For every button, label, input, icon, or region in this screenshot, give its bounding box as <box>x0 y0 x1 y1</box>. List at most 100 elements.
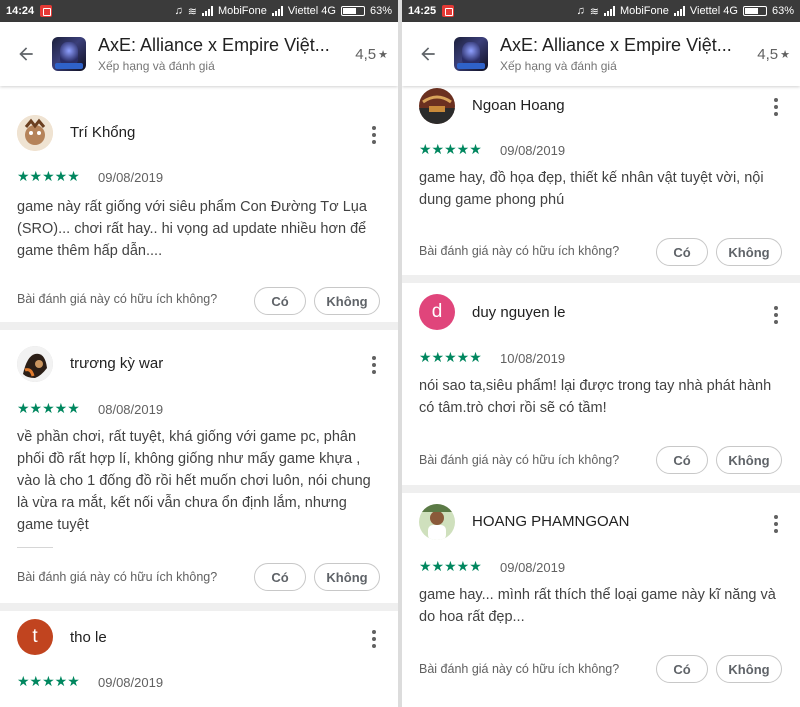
star-rating: ★★★★★ <box>419 349 482 365</box>
carrier-1: MobiFone <box>619 5 669 17</box>
star-rating: ★★★★★ <box>17 168 80 184</box>
review-date: 09/08/2019 <box>98 675 164 690</box>
app-title: AxE: Alliance x Empire Việt... <box>98 35 330 55</box>
review-card: HOANG PHAMNGOAN ★★★★★ 09/08/2019 game ha… <box>402 503 800 703</box>
helpful-question: Bài đánh giá này có hữu ích không? <box>419 453 620 467</box>
review-date: 08/08/2019 <box>98 402 164 417</box>
app-rating: 4,5 ★ <box>757 46 790 63</box>
back-button[interactable] <box>402 22 454 86</box>
avatar-image <box>419 88 455 124</box>
battery-percent: 63% <box>771 5 794 17</box>
reviewer-name: tho le <box>70 629 107 646</box>
helpful-no-button[interactable]: Không <box>716 238 782 266</box>
more-vert-icon[interactable] <box>368 356 380 374</box>
app-rating: 4,5 ★ <box>355 46 388 63</box>
carrier-2: Viettel 4G <box>689 5 738 17</box>
star-rating: ★★★★★ <box>17 673 80 689</box>
app-bar: AxE: Alliance x Empire Việt... Xếp hạng … <box>0 22 398 86</box>
more-vert-icon[interactable] <box>770 98 782 116</box>
signal-icon <box>201 6 213 16</box>
avatar-image <box>419 504 455 540</box>
reviewer-name: trương kỳ war <box>70 355 164 372</box>
star-icon: ★ <box>780 48 790 61</box>
divider <box>17 547 53 548</box>
more-vert-icon[interactable] <box>368 126 380 144</box>
helpful-yes-button[interactable]: Có <box>254 287 306 315</box>
app-bar: AxE: Alliance x Empire Việt... Xếp hạng … <box>402 22 800 86</box>
star-icon: ★ <box>378 48 388 61</box>
avatar: d <box>419 294 455 330</box>
helpful-question: Bài đánh giá này có hữu ích không? <box>419 662 620 676</box>
helpful-yes-button[interactable]: Có <box>656 446 708 474</box>
divider <box>0 322 398 330</box>
notification-icon <box>442 5 455 17</box>
review-card: d duy nguyen le ★★★★★ 10/08/2019 nói sao… <box>402 294 800 484</box>
reviewer-name: HOANG PHAMNGOAN <box>472 513 630 530</box>
reviewer-name: duy nguyen le <box>472 304 566 321</box>
review-card: t tho le ★★★★★ 09/08/2019 <box>0 619 398 707</box>
review-card: trương kỳ war ★★★★★ 08/08/2019 về phần c… <box>0 344 398 599</box>
status-time: 14:25 <box>408 5 437 17</box>
avatar <box>419 504 455 540</box>
notification-icon <box>40 5 53 17</box>
battery-percent: 63% <box>369 5 392 17</box>
helpful-question: Bài đánh giá này có hữu ích không? <box>17 570 218 584</box>
review-date: 09/08/2019 <box>98 170 164 185</box>
status-bar: 14:24 ♫ ≋ MobiFone Viettel 4G 63% <box>0 0 398 22</box>
more-vert-icon[interactable] <box>368 630 380 648</box>
helpful-no-button[interactable]: Không <box>716 446 782 474</box>
helpful-no-button[interactable]: Không <box>716 655 782 683</box>
app-icon <box>454 37 488 71</box>
more-vert-icon[interactable] <box>770 306 782 324</box>
back-button[interactable] <box>0 22 52 86</box>
left-screen: 14:24 ♫ ≋ MobiFone Viettel 4G 63% AxE: A… <box>0 0 398 707</box>
review-text: game hay... mình rất thích thể loại game… <box>419 587 776 625</box>
battery-icon <box>742 6 767 16</box>
review-card: Ngoan Hoang ★★★★★ 09/08/2019 game hay, đ… <box>402 86 800 272</box>
headphones-icon: ♫ <box>576 5 585 17</box>
headphones-icon: ♫ <box>174 5 183 17</box>
app-title: AxE: Alliance x Empire Việt... <box>500 35 732 55</box>
review-date: 09/08/2019 <box>500 560 566 575</box>
helpful-yes-button[interactable]: Có <box>656 238 708 266</box>
carrier-2: Viettel 4G <box>287 5 336 17</box>
battery-icon <box>340 6 365 16</box>
rating-value: 4,5 <box>757 45 779 63</box>
app-subtitle: Xếp hạng và đánh giá <box>98 59 215 73</box>
rating-value: 4,5 <box>355 45 377 63</box>
helpful-question: Bài đánh giá này có hữu ích không? <box>419 244 620 258</box>
avatar-image <box>17 115 53 151</box>
helpful-yes-button[interactable]: Có <box>656 655 708 683</box>
helpful-no-button[interactable]: Không <box>314 563 380 591</box>
avatar <box>419 88 455 124</box>
app-icon <box>52 37 86 71</box>
more-vert-icon[interactable] <box>770 515 782 533</box>
avatar: t <box>17 619 53 655</box>
star-rating: ★★★★★ <box>419 141 482 157</box>
divider <box>0 603 398 611</box>
helpful-no-button[interactable]: Không <box>314 287 380 315</box>
review-text: về phần chơi, rất tuyệt, khá giống với g… <box>17 429 371 533</box>
carrier-1: MobiFone <box>217 5 267 17</box>
divider <box>402 275 800 283</box>
review-text: game này rất giống với siêu phẩm Con Đườ… <box>17 199 367 259</box>
signal-icon <box>673 6 685 16</box>
arrow-left-icon <box>421 47 435 61</box>
star-rating: ★★★★★ <box>17 400 80 416</box>
review-card: Trí Khổng ★★★★★ 09/08/2019 game này rất … <box>0 112 398 318</box>
right-screen: 14:25 ♫ ≋ MobiFone Viettel 4G 63% AxE: A… <box>402 0 800 707</box>
helpful-question: Bài đánh giá này có hữu ích không? <box>17 292 218 306</box>
helpful-yes-button[interactable]: Có <box>254 563 306 591</box>
review-date: 09/08/2019 <box>500 143 566 158</box>
star-rating: ★★★★★ <box>419 558 482 574</box>
avatar-image <box>17 346 53 382</box>
arrow-left-icon <box>19 47 33 61</box>
review-text: nói sao ta,siêu phẩm! lại được trong tay… <box>419 378 772 416</box>
wifi-icon: ≋ <box>187 5 197 18</box>
review-date: 10/08/2019 <box>500 351 566 366</box>
status-bar: 14:25 ♫ ≋ MobiFone Viettel 4G 63% <box>402 0 800 22</box>
review-text: game hay, đồ họa đẹp, thiết kế nhân vật … <box>419 170 764 208</box>
avatar <box>17 346 53 382</box>
avatar <box>17 115 53 151</box>
divider <box>402 485 800 493</box>
